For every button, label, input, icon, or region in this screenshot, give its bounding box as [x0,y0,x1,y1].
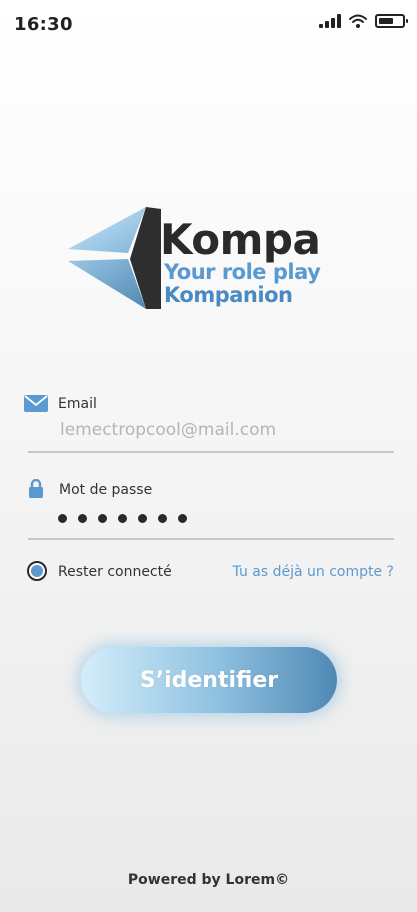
password-field[interactable] [28,514,394,540]
signal-icon [319,14,341,28]
email-label: Email [58,396,97,412]
paper-plane-logo-icon [68,207,161,309]
email-value[interactable]: lemectropcool@mail.com [60,420,276,440]
status-icons [319,14,408,28]
password-dot [98,514,107,523]
envelope-icon [24,395,48,412]
password-dot [118,514,127,523]
password-masked-value[interactable] [58,514,187,523]
lock-icon [29,479,43,498]
status-bar: 16:30 [0,0,417,48]
login-button[interactable]: S’identifier [81,647,337,713]
password-dot [178,514,187,523]
logo-tagline-line1: Your role play [164,260,321,284]
battery-icon [375,14,408,28]
password-dot [138,514,147,523]
have-account-link[interactable]: Tu as déjà un compte ? [233,564,394,580]
status-time: 16:30 [14,14,73,35]
logo-tagline-line2: Kompanion [164,283,293,307]
app-logo: Kompa Your role play Kompanion [66,205,326,315]
remember-me-radio[interactable] [27,561,47,581]
logo-wordmark: Kompa [160,215,321,264]
password-dot [78,514,87,523]
password-label: Mot de passe [59,482,153,498]
password-dot [158,514,167,523]
powered-by-text: Powered by Lorem© [127,872,290,888]
wifi-icon [349,14,367,28]
email-field[interactable]: lemectropcool@mail.com [28,420,394,453]
remember-me-label[interactable]: Rester connecté [58,564,172,580]
password-dot [58,514,67,523]
